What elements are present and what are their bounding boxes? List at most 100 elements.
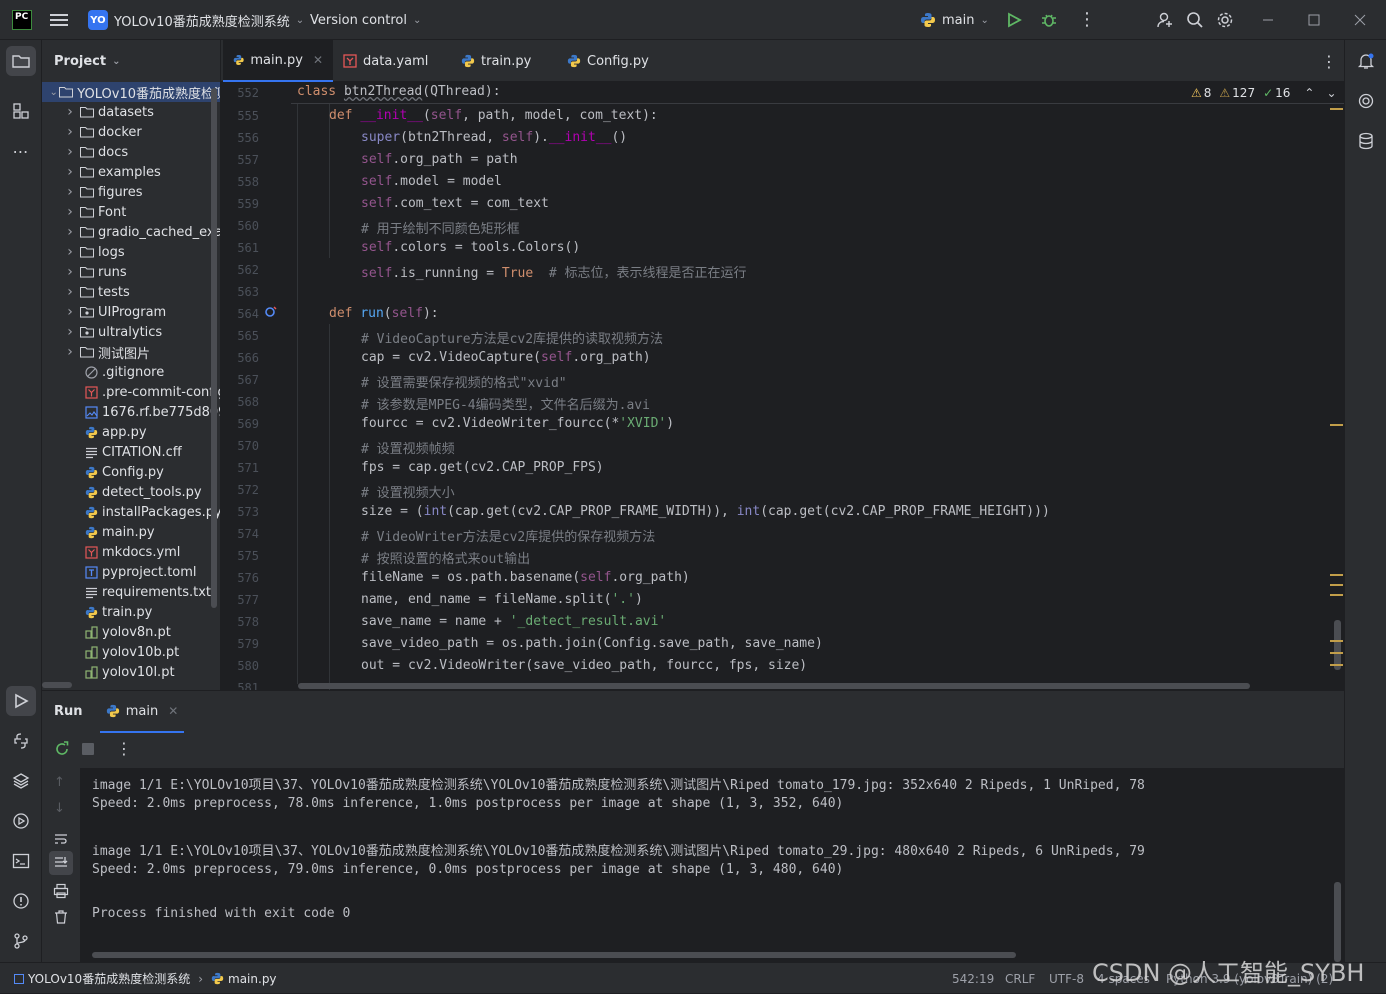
- tab-train-py[interactable]: train.py: [451, 40, 541, 82]
- sticky-scope-header[interactable]: 552 class btn2Thread(QThread): ⚠ 8 ⚠ 127…: [237, 82, 1344, 104]
- tab-config-py[interactable]: Config.py: [557, 40, 659, 82]
- search-icon[interactable]: [1186, 0, 1204, 40]
- chevron-right-icon[interactable]: ›: [64, 184, 76, 200]
- chevron-right-icon[interactable]: ›: [64, 224, 76, 240]
- close-icon[interactable]: ✕: [313, 53, 323, 67]
- breadcrumb-project[interactable]: YOLOv10番茄成熟度检测系统: [28, 970, 190, 987]
- main-menu-icon[interactable]: [50, 0, 68, 40]
- tabs-more-icon[interactable]: ⋮: [1311, 40, 1347, 82]
- tree-item[interactable]: › docker: [42, 122, 220, 142]
- vcs-menu[interactable]: Version control ⌄: [310, 0, 421, 40]
- settings-gear-icon[interactable]: [1216, 0, 1234, 40]
- python-packages-tool-button[interactable]: [6, 766, 36, 796]
- database-button[interactable]: [1351, 126, 1381, 156]
- structure-tool-button[interactable]: [6, 96, 36, 126]
- tree-item[interactable]: yolov10b.pt: [42, 642, 220, 662]
- tree-item[interactable]: .gitignore: [42, 362, 220, 382]
- chevron-right-icon[interactable]: ›: [64, 124, 76, 140]
- stop-button[interactable]: [82, 743, 94, 755]
- soft-wrap-icon[interactable]: [53, 831, 69, 847]
- tree-item[interactable]: › Font: [42, 202, 220, 222]
- tree-item[interactable]: › figures: [42, 182, 220, 202]
- warning-stripe[interactable]: [1330, 108, 1343, 110]
- problems-tool-button[interactable]: [6, 886, 36, 916]
- caret-position[interactable]: 542:19: [952, 963, 994, 994]
- project-selector[interactable]: YO YOLOv10番茄成熟度检测系统 ⌄: [88, 0, 304, 40]
- tree-item[interactable]: › datasets: [42, 102, 220, 122]
- chevron-right-icon[interactable]: ›: [64, 324, 76, 340]
- tree-item[interactable]: 1676.rf.be775d8097(: [42, 402, 220, 422]
- tree-hscrollbar[interactable]: [42, 682, 72, 688]
- notifications-button[interactable]: [1351, 46, 1381, 76]
- chevron-right-icon[interactable]: ›: [64, 164, 76, 180]
- warning-stripe[interactable]: [1330, 664, 1343, 666]
- warning-stripe[interactable]: [1330, 652, 1343, 654]
- console-hscrollbar[interactable]: [92, 952, 1016, 958]
- chevron-right-icon[interactable]: ›: [64, 204, 76, 220]
- tree-item[interactable]: › tests: [42, 282, 220, 302]
- chevron-down-icon[interactable]: ⌄: [1326, 86, 1336, 100]
- arrow-down-icon[interactable]: ↓: [54, 801, 65, 816]
- warning-stripe[interactable]: [1330, 594, 1343, 596]
- console-output[interactable]: image 1/1 E:\YOLOv10项目\37、YOLOv10番茄成熟度检测…: [80, 768, 1344, 962]
- rerun-button[interactable]: [54, 741, 70, 761]
- services-tool-button[interactable]: [6, 806, 36, 836]
- tree-item[interactable]: › logs: [42, 242, 220, 262]
- tree-item[interactable]: detect_tools.py: [42, 482, 220, 502]
- tree-item[interactable]: › 测试图片: [42, 342, 220, 362]
- tree-item[interactable]: main.py: [42, 522, 220, 542]
- project-panel-header[interactable]: Project ⌄: [42, 40, 220, 82]
- chevron-right-icon[interactable]: ›: [64, 344, 76, 360]
- editor-scrollbar-thumb[interactable]: [1334, 620, 1341, 670]
- tree-item[interactable]: Config.py: [42, 462, 220, 482]
- warning-stripe[interactable]: [1330, 640, 1343, 642]
- run-button[interactable]: [1006, 0, 1022, 40]
- tree-item[interactable]: installPackages.py: [42, 502, 220, 522]
- breadcrumb-file[interactable]: main.py: [228, 972, 277, 986]
- code-area[interactable]: 555 def __init__(self, path, model, com_t…: [221, 104, 1329, 690]
- minimize-button[interactable]: [1262, 0, 1274, 40]
- chevron-right-icon[interactable]: ›: [64, 144, 76, 160]
- warning-stripe[interactable]: [1330, 574, 1343, 576]
- tree-item[interactable]: › runs: [42, 262, 220, 282]
- arrow-up-icon[interactable]: ↑: [54, 775, 65, 790]
- tree-item[interactable]: › docs: [42, 142, 220, 162]
- python-console-tool-button[interactable]: [6, 726, 36, 756]
- maximize-button[interactable]: [1308, 0, 1320, 40]
- terminal-tool-button[interactable]: [6, 846, 36, 876]
- debug-button[interactable]: [1040, 0, 1058, 40]
- tree-item[interactable]: › UIProgram: [42, 302, 220, 322]
- app-logo[interactable]: PC: [12, 0, 32, 40]
- tree-item[interactable]: › ultralytics: [42, 322, 220, 342]
- line-separator[interactable]: CRLF: [1005, 963, 1035, 994]
- tab-data-yaml[interactable]: data.yaml: [333, 40, 438, 82]
- tree-item[interactable]: CITATION.cff: [42, 442, 220, 462]
- breadcrumb[interactable]: YOLOv10番茄成熟度检测系统 › main.py: [14, 963, 277, 994]
- ai-assistant-button[interactable]: [1351, 86, 1381, 116]
- more-tools-icon[interactable]: ⋯: [6, 136, 36, 166]
- tree-item[interactable]: requirements.txt: [42, 582, 220, 602]
- run-more-icon[interactable]: ⋮: [116, 739, 132, 758]
- close-icon[interactable]: ✕: [168, 704, 178, 718]
- run-tool-button[interactable]: [6, 686, 36, 716]
- inspection-widget[interactable]: ⚠ 8 ⚠ 127 ✓ 16 ⌃ ⌄: [1191, 84, 1337, 102]
- tree-item[interactable]: app.py: [42, 422, 220, 442]
- tree-item[interactable]: › gradio_cached_exan: [42, 222, 220, 242]
- chevron-right-icon[interactable]: ›: [64, 244, 76, 260]
- file-encoding[interactable]: UTF-8: [1049, 963, 1084, 994]
- tree-item[interactable]: yolov8n.pt: [42, 622, 220, 642]
- tree-root[interactable]: ⌄ YOLOv10番茄成熟度检测: [42, 82, 220, 102]
- trash-icon[interactable]: [53, 909, 69, 925]
- override-marker-icon[interactable]: [264, 305, 278, 319]
- tab-main-py[interactable]: main.py ✕: [223, 40, 333, 82]
- add-user-icon[interactable]: [1156, 0, 1174, 40]
- chevron-right-icon[interactable]: ›: [64, 304, 76, 320]
- git-tool-button[interactable]: [6, 926, 36, 956]
- tree-item[interactable]: pyproject.toml: [42, 562, 220, 582]
- tree-item[interactable]: .pre-commit-config.y: [42, 382, 220, 402]
- run-tab-main[interactable]: main ✕: [100, 691, 184, 733]
- warning-stripe[interactable]: [1330, 584, 1343, 586]
- tree-item[interactable]: yolov10l.pt: [42, 662, 220, 682]
- console-vscrollbar[interactable]: [1334, 882, 1341, 962]
- editor-hscrollbar[interactable]: [298, 683, 1250, 689]
